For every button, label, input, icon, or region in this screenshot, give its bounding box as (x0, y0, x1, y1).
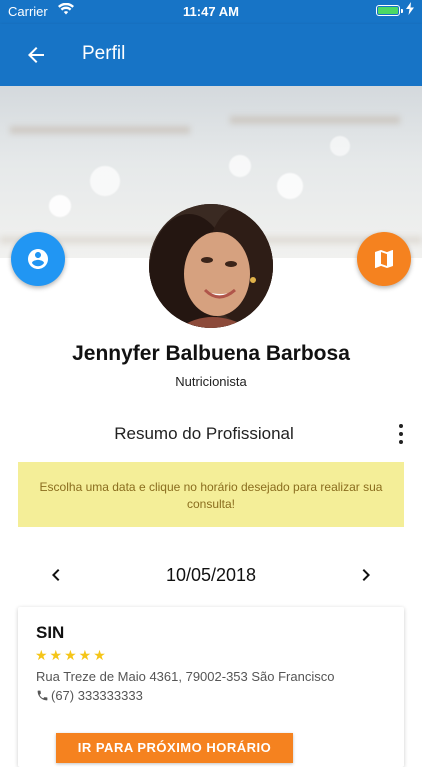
more-vertical-icon[interactable] (392, 422, 410, 446)
clinic-phone[interactable]: (67) 333333333 (36, 688, 143, 703)
map-fab-button[interactable] (357, 232, 411, 286)
professional-role: Nutricionista (175, 374, 247, 389)
phone-icon (37, 690, 48, 701)
status-bar: Carrier 11:47 AM (0, 0, 422, 24)
chevron-right-icon[interactable] (354, 563, 378, 587)
battery-icon (376, 5, 403, 16)
app-bar: Perfil (0, 24, 422, 86)
date-navigator: 10/05/2018 (0, 563, 422, 587)
schedule-notice: Escolha uma data e clique no horário des… (18, 462, 404, 527)
summary-title[interactable]: Resumo do Profissional (0, 424, 408, 444)
rating-stars: ★★★★★ (35, 647, 108, 663)
clock: 11:47 AM (183, 4, 239, 19)
professional-name: Jennyfer Balbuena Barbosa (72, 342, 350, 365)
clinic-address: Rua Treze de Maio 4361, 79002-353 São Fr… (36, 669, 335, 684)
clinic-phone-text: (67) 333333333 (51, 688, 143, 703)
map-icon (375, 250, 393, 268)
back-arrow-icon[interactable] (24, 43, 48, 67)
avatar (149, 204, 273, 328)
next-slot-button[interactable]: IR PARA PRÓXIMO HORÁRIO (56, 733, 293, 763)
page-title: Perfil (82, 43, 126, 64)
clinic-card: SIN ★★★★★ Rua Treze de Maio 4361, 79002-… (18, 607, 404, 767)
charging-icon (406, 2, 414, 18)
account-circle-icon (28, 249, 48, 269)
profile-fab-button[interactable] (11, 232, 65, 286)
clinic-name: SIN (36, 623, 65, 642)
